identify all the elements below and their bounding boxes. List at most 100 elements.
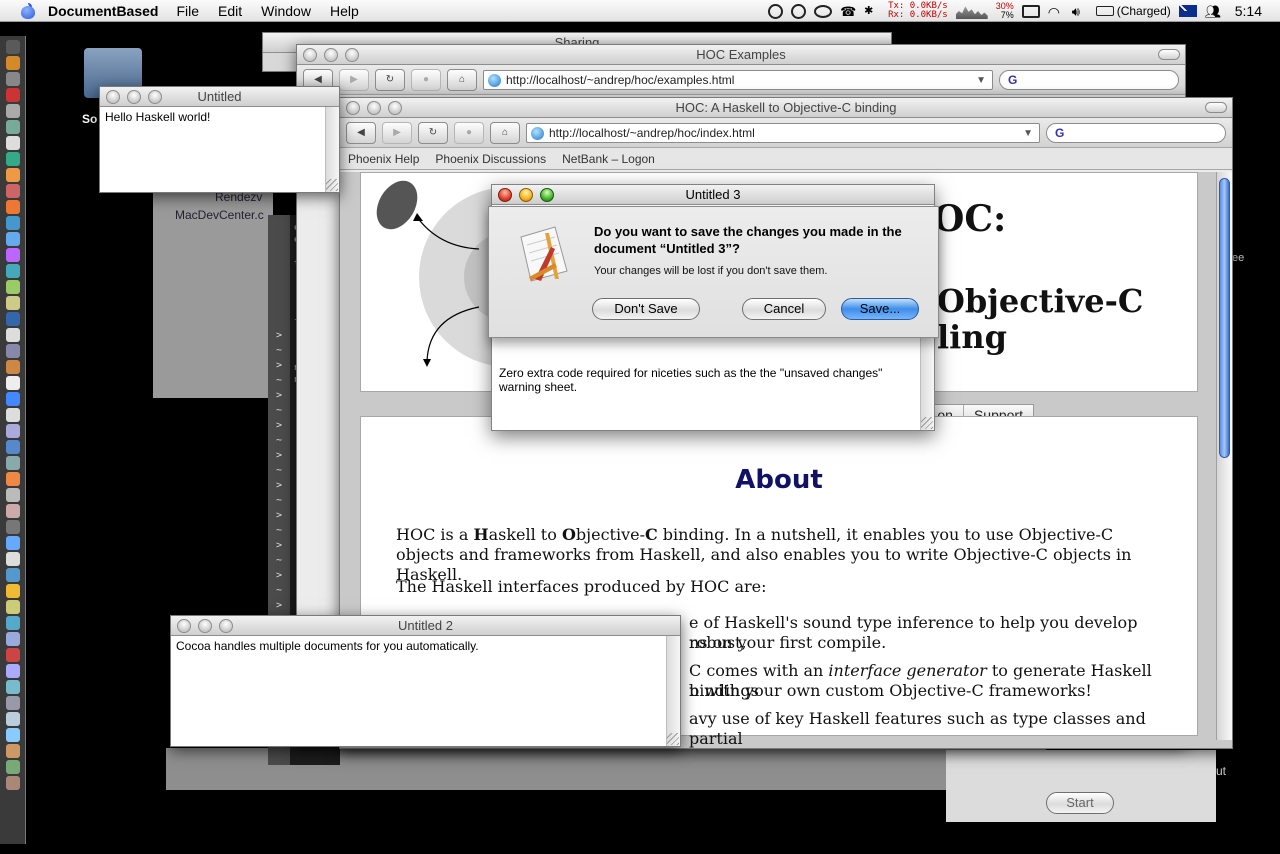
dont-save-button[interactable]: Don't Save — [592, 298, 700, 320]
zoom-button[interactable] — [148, 90, 162, 104]
bookmark-netbank[interactable]: NetBank – Logon — [562, 152, 655, 166]
dock-app-icon[interactable] — [5, 376, 20, 390]
dock-app-icon[interactable] — [5, 360, 20, 374]
zoom-button[interactable] — [388, 101, 402, 115]
stop-button[interactable]: ● — [454, 121, 484, 144]
untitled-2-scrollbar[interactable] — [666, 636, 680, 746]
close-button[interactable] — [177, 619, 191, 633]
bookmark-phoenix-help[interactable]: Phoenix Help — [348, 152, 419, 166]
volume-icon[interactable]: 🔊︎ — [1072, 4, 1088, 19]
menu-edit[interactable]: Edit — [218, 3, 242, 19]
apple-menu-icon[interactable] — [20, 2, 36, 19]
dock-app-icon[interactable] — [5, 568, 20, 582]
zoom-button[interactable] — [540, 188, 554, 202]
resize-grip-icon[interactable] — [667, 733, 679, 745]
dock-app-icon[interactable] — [5, 584, 20, 598]
dock-app-icon[interactable] — [5, 616, 20, 630]
dock-app-icon[interactable] — [5, 120, 20, 134]
minimize-button[interactable] — [198, 619, 212, 633]
input-menu-flag-icon[interactable] — [1178, 5, 1197, 17]
network-monitor[interactable]: Tx: 0.0KB/s Rx: 0.0KB/s — [888, 2, 948, 20]
dock-app-icon[interactable] — [5, 632, 20, 646]
untitled-text-view[interactable]: Hello Haskell world! — [100, 107, 325, 192]
zoom-button[interactable] — [345, 48, 359, 62]
minimize-button[interactable] — [367, 101, 381, 115]
untitled-2-titlebar[interactable]: Untitled 2 — [171, 616, 680, 636]
bg-window-left-tab[interactable]: MacDevCenter.c — [175, 208, 264, 222]
untitled-2-text-view[interactable]: Cocoa handles multiple documents for you… — [171, 636, 666, 746]
dock-app-icon[interactable] — [5, 248, 20, 262]
reload-button[interactable]: ↻ — [375, 68, 405, 91]
dock-app-icon[interactable] — [5, 344, 20, 358]
desktop-folder-label[interactable]: So — [82, 112, 97, 126]
dock-app-icon[interactable] — [5, 536, 20, 550]
bookmark-phoenix-discussions[interactable]: Phoenix Discussions — [435, 152, 546, 166]
forward-button[interactable]: ▶ — [339, 68, 369, 91]
resize-grip-icon[interactable] — [921, 417, 933, 429]
close-button[interactable] — [346, 101, 360, 115]
home-button[interactable]: ⌂ — [447, 68, 477, 91]
hoc-main-titlebar[interactable]: HOC: A Haskell to Objective-C binding — [340, 98, 1232, 118]
url-field[interactable]: http://localhost/~andrep/hoc/index.html … — [526, 122, 1040, 143]
dock-app-icon[interactable] — [5, 712, 20, 726]
dock-app-icon[interactable] — [5, 392, 20, 406]
minimize-button[interactable] — [519, 188, 533, 202]
dock-app-icon[interactable] — [5, 280, 20, 294]
menu-help[interactable]: Help — [330, 3, 359, 19]
reload-button[interactable]: ↻ — [418, 121, 448, 144]
menu-app-name[interactable]: DocumentBased — [48, 3, 158, 19]
dock-app-icon[interactable] — [5, 472, 20, 486]
dock-app-icon[interactable] — [5, 664, 20, 678]
minimize-button[interactable] — [324, 48, 338, 62]
dock-app-icon[interactable] — [5, 488, 20, 502]
dock-app-icon[interactable] — [5, 56, 20, 70]
bluetooth-icon[interactable]: ✱ — [864, 4, 880, 18]
toolbar-toggle-button[interactable] — [1205, 102, 1227, 113]
dock-app-icon[interactable] — [5, 232, 20, 246]
dock-app-icon[interactable] — [5, 648, 20, 662]
stop-button[interactable]: ● — [411, 68, 441, 91]
close-button[interactable] — [106, 90, 120, 104]
dock-app-icon[interactable] — [5, 328, 20, 342]
google-search-field[interactable] — [1046, 122, 1226, 143]
start-button[interactable]: Start — [1046, 792, 1114, 814]
dock-app-icon[interactable] — [5, 424, 20, 438]
home-button[interactable]: ⌂ — [490, 121, 520, 144]
dock-app-icon[interactable] — [5, 440, 20, 454]
display-icon[interactable] — [1021, 4, 1040, 18]
dock-app-icon[interactable] — [5, 88, 20, 102]
dock-app-icon[interactable] — [5, 504, 20, 518]
users-icon[interactable]: 👥︎ — [1205, 4, 1222, 19]
dock-app-icon[interactable] — [5, 152, 20, 166]
page-scrollbar[interactable] — [1216, 172, 1232, 740]
close-button[interactable] — [303, 48, 317, 62]
dock-app-icon[interactable] — [5, 520, 20, 534]
cancel-button[interactable]: Cancel — [742, 298, 826, 320]
scroll-thumb[interactable] — [1219, 178, 1230, 458]
dock-app-icon[interactable] — [5, 552, 20, 566]
save-button[interactable]: Save... — [841, 298, 919, 320]
dock-app-icon[interactable] — [5, 40, 20, 54]
dock-app-icon[interactable] — [5, 264, 20, 278]
dock-app-icon[interactable] — [5, 776, 20, 790]
dock-app-icon[interactable] — [5, 744, 20, 758]
dock-app-icon[interactable] — [5, 72, 20, 86]
dock-app-icon[interactable] — [5, 456, 20, 470]
clock-icon[interactable] — [791, 3, 807, 19]
dock-app-icon[interactable] — [5, 216, 20, 230]
chat-icon[interactable] — [814, 4, 833, 18]
dock-app-icon[interactable] — [5, 696, 20, 710]
cpu-monitor[interactable]: 30% 7% — [996, 2, 1014, 20]
dock-app-icon[interactable] — [5, 104, 20, 118]
sync-icon[interactable] — [768, 3, 784, 19]
resize-grip-icon[interactable] — [326, 179, 338, 191]
untitled-titlebar[interactable]: Untitled — [100, 87, 339, 107]
untitled-3-titlebar[interactable]: Untitled 3 — [492, 185, 934, 205]
google-search-field[interactable] — [999, 69, 1179, 90]
dock-app-icon[interactable] — [5, 200, 20, 214]
untitled-3-text-view[interactable]: Zero extra code required for niceties su… — [494, 363, 918, 397]
forward-button[interactable]: ▶ — [382, 121, 412, 144]
dock-app-icon[interactable] — [5, 136, 20, 150]
close-button[interactable] — [498, 188, 512, 202]
back-button[interactable]: ◀ — [346, 121, 376, 144]
